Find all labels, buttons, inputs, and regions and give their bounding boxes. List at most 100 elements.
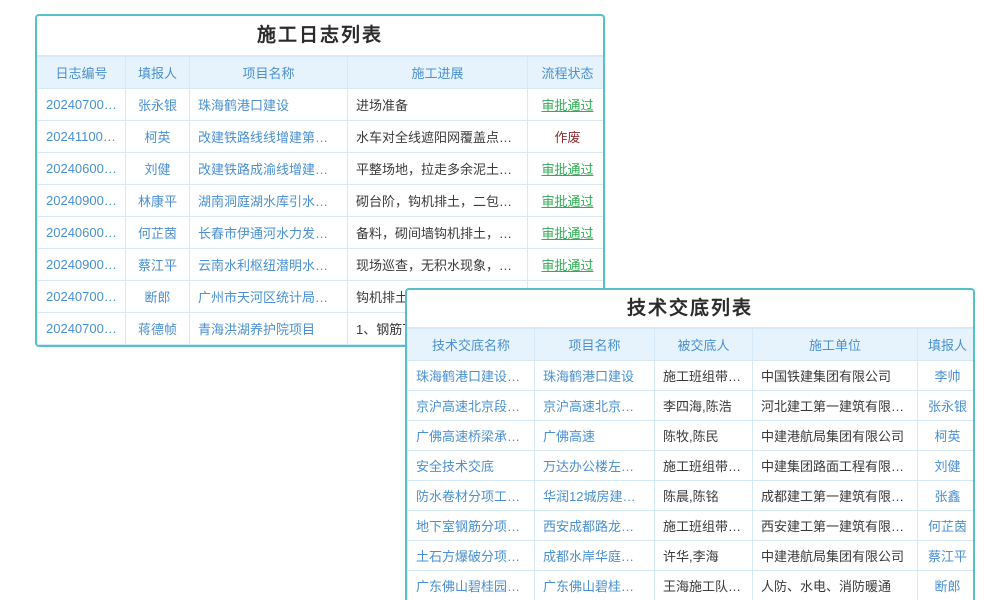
reporter-link[interactable]: 断郎 (918, 571, 976, 600)
reporter-link[interactable]: 刘健 (918, 451, 976, 481)
disclosure-link[interactable]: 广东佛山碧桂园项目... (408, 571, 535, 600)
project-link[interactable]: 广东佛山碧桂园项目 (535, 571, 655, 600)
log-id-link[interactable]: 2024070009 (38, 313, 126, 345)
receiver-text: 王海施工队全队 (655, 571, 753, 600)
column-header: 日志编号 (38, 57, 126, 89)
project-link[interactable]: 万达办公楼左侧A... (535, 451, 655, 481)
reporter-link[interactable]: 刘健 (126, 153, 190, 185)
project-link[interactable]: 京沪高速北京段维修 (535, 391, 655, 421)
log-id-link[interactable]: 2024070011 (38, 89, 126, 121)
project-link[interactable]: 湖南洞庭湖水库引水工程... (190, 185, 348, 217)
disclosure-link[interactable]: 珠海鹤港口建设抗浮... (408, 361, 535, 391)
disclosure-link[interactable]: 防水卷材分项工程施... (408, 481, 535, 511)
reporter-link[interactable]: 张永银 (918, 391, 976, 421)
receiver-text: 施工班组带班... (655, 361, 753, 391)
column-header: 被交底人 (655, 329, 753, 361)
reporter-link[interactable]: 张鑫 (918, 481, 976, 511)
project-link[interactable]: 广州市天河区统计局机房... (190, 281, 348, 313)
reporter-link[interactable]: 林康平 (126, 185, 190, 217)
disclosure-link[interactable]: 安全技术交底 (408, 451, 535, 481)
reporter-link[interactable]: 蒋德帧 (126, 313, 190, 345)
status-link[interactable]: 审批通过 (528, 89, 606, 121)
company-text: 中国铁建集团有限公司 (753, 361, 918, 391)
company-text: 中建港航局集团有限公司 (753, 421, 918, 451)
progress-text: 备料，砌间墙钩机排土，瓦工... (348, 217, 528, 249)
project-link[interactable]: 珠海鹤港口建设 (535, 361, 655, 391)
column-header: 项目名称 (190, 57, 348, 89)
receiver-text: 施工班组带班... (655, 451, 753, 481)
table-row: 广佛高速桥梁承台施...广佛高速陈牧,陈民中建港航局集团有限公司柯英 (408, 421, 976, 451)
table-row: 2024060006刘健改建铁路成渝线增建第二...平整场地，拉走多余泥土15辆… (38, 153, 606, 185)
log-id-link[interactable]: 2024090009 (38, 249, 126, 281)
column-header: 施工进展 (348, 57, 528, 89)
project-link[interactable]: 西安成都路龙湖上... (535, 511, 655, 541)
column-header: 项目名称 (535, 329, 655, 361)
progress-text: 现场巡查，无积水现象，水马... (348, 249, 528, 281)
status-link[interactable]: 审批通过 (528, 249, 606, 281)
progress-text: 平整场地，拉走多余泥土15辆... (348, 153, 528, 185)
disclosure-link[interactable]: 地下室钢筋分项工程... (408, 511, 535, 541)
table-row: 安全技术交底万达办公楼左侧A...施工班组带班...中建集团路面工程有限公司刘健 (408, 451, 976, 481)
progress-text: 水车对全线遮阳网覆盖点进行... (348, 121, 528, 153)
log-id-link[interactable]: 2024060005 (38, 217, 126, 249)
disclosure-link[interactable]: 土石方爆破分项工程... (408, 541, 535, 571)
project-link[interactable]: 珠海鹤港口建设 (190, 89, 348, 121)
reporter-link[interactable]: 李帅 (918, 361, 976, 391)
receiver-text: 许华,李海 (655, 541, 753, 571)
table-row: 2024110002柯英改建铁路线线增建第二线直...水车对全线遮阳网覆盖点进行… (38, 121, 606, 153)
disclosure-link[interactable]: 京沪高速北京段维修... (408, 391, 535, 421)
column-header: 技术交底名称 (408, 329, 535, 361)
reporter-link[interactable]: 蔡江平 (918, 541, 976, 571)
company-text: 西安建工第一建筑有限责任公司 (753, 511, 918, 541)
status-link[interactable]: 审批通过 (528, 153, 606, 185)
reporter-link[interactable]: 断郎 (126, 281, 190, 313)
column-header: 施工单位 (753, 329, 918, 361)
company-text: 人防、水电、消防暖通 (753, 571, 918, 600)
reporter-link[interactable]: 何芷茵 (126, 217, 190, 249)
table-row: 地下室钢筋分项工程...西安成都路龙湖上...施工班组带班...西安建工第一建筑… (408, 511, 976, 541)
log-id-link[interactable]: 2024060006 (38, 153, 126, 185)
log-id-link[interactable]: 2024110002 (38, 121, 126, 153)
column-header: 流程状态 (528, 57, 606, 89)
column-header: 填报人 (918, 329, 976, 361)
table-row: 2024090009林康平湖南洞庭湖水库引水工程...砌台阶，钩机排土，二包砌间… (38, 185, 606, 217)
status-link[interactable]: 审批通过 (528, 217, 606, 249)
project-link[interactable]: 广佛高速 (535, 421, 655, 451)
table-row: 京沪高速北京段维修...京沪高速北京段维修李四海,陈浩河北建工第一建筑有限责任公… (408, 391, 976, 421)
progress-text: 砌台阶，钩机排土，二包砌间... (348, 185, 528, 217)
project-link[interactable]: 改建铁路线线增建第二线直... (190, 121, 348, 153)
reporter-link[interactable]: 蔡江平 (126, 249, 190, 281)
project-link[interactable]: 成都水岸华庭名苑... (535, 541, 655, 571)
table-row: 土石方爆破分项工程...成都水岸华庭名苑...许华,李海中建港航局集团有限公司蔡… (408, 541, 976, 571)
disclosure-link[interactable]: 广佛高速桥梁承台施... (408, 421, 535, 451)
reporter-link[interactable]: 张永银 (126, 89, 190, 121)
status-link[interactable]: 作废 (528, 121, 606, 153)
log-id-link[interactable]: 2024090009 (38, 185, 126, 217)
project-link[interactable]: 华润12城房建工... (535, 481, 655, 511)
status-link[interactable]: 审批通过 (528, 185, 606, 217)
project-link[interactable]: 云南水利枢纽潜明水库一... (190, 249, 348, 281)
project-link[interactable]: 青海洪湖养护院项目 (190, 313, 348, 345)
company-text: 中建集团路面工程有限公司 (753, 451, 918, 481)
construction-log-title: 施工日志列表 (37, 16, 603, 56)
project-link[interactable]: 改建铁路成渝线增建第二... (190, 153, 348, 185)
receiver-text: 施工班组带班... (655, 511, 753, 541)
tech-disclosure-title: 技术交底列表 (407, 290, 973, 328)
reporter-link[interactable]: 柯英 (126, 121, 190, 153)
log-id-link[interactable]: 2024070011 (38, 281, 126, 313)
table-row: 2024090009蔡江平云南水利枢纽潜明水库一...现场巡查，无积水现象，水马… (38, 249, 606, 281)
reporter-link[interactable]: 柯英 (918, 421, 976, 451)
page: 施工日志列表 日志编号填报人项目名称施工进展流程状态 2024070011张永银… (0, 0, 1000, 600)
receiver-text: 陈牧,陈民 (655, 421, 753, 451)
company-text: 成都建工第一建筑有限责任公司 (753, 481, 918, 511)
log-table-header-row: 日志编号填报人项目名称施工进展流程状态 (38, 57, 606, 89)
tech-disclosure-table: 技术交底名称项目名称被交底人施工单位填报人 珠海鹤港口建设抗浮...珠海鹤港口建… (407, 328, 975, 600)
tech-table-header-row: 技术交底名称项目名称被交底人施工单位填报人 (408, 329, 976, 361)
table-row: 2024060005何芷茵长春市伊通河水力发电厂...备料，砌间墙钩机排土，瓦工… (38, 217, 606, 249)
reporter-link[interactable]: 何芷茵 (918, 511, 976, 541)
project-link[interactable]: 长春市伊通河水力发电厂... (190, 217, 348, 249)
receiver-text: 陈晨,陈铭 (655, 481, 753, 511)
table-row: 防水卷材分项工程施...华润12城房建工...陈晨,陈铭成都建工第一建筑有限责任… (408, 481, 976, 511)
tech-disclosure-panel: 技术交底列表 技术交底名称项目名称被交底人施工单位填报人 珠海鹤港口建设抗浮..… (405, 288, 975, 600)
table-row: 珠海鹤港口建设抗浮...珠海鹤港口建设施工班组带班...中国铁建集团有限公司李帅 (408, 361, 976, 391)
